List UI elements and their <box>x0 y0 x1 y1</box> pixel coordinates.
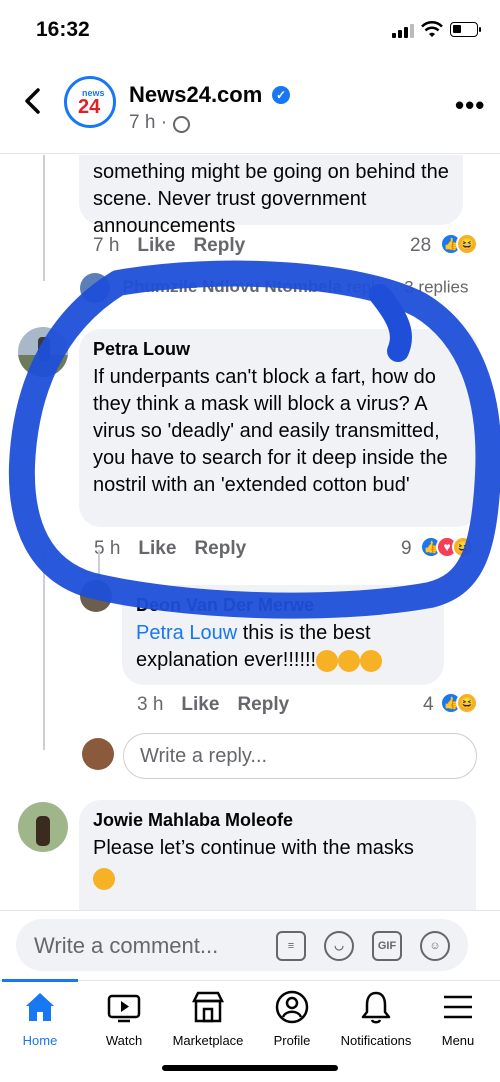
bell-icon <box>361 991 391 1024</box>
thread-line <box>43 550 45 750</box>
my-avatar <box>82 738 114 770</box>
sticker-icon[interactable]: ≡ <box>276 931 306 961</box>
reply-bubble: Deon Van Der Merwe Petra Louw this is th… <box>122 585 444 685</box>
comment-text: If underpants can't block a fart, how do… <box>93 366 448 496</box>
marketplace-icon <box>191 991 225 1023</box>
mask-emoji-icon <box>93 868 115 890</box>
verified-icon: ✓ <box>272 86 290 104</box>
like-button[interactable]: Like <box>138 538 176 559</box>
reply-avatar[interactable] <box>80 580 112 612</box>
tab-label: Menu <box>441 1033 475 1048</box>
comment-author[interactable]: Jowie Mahlaba Moleofe <box>93 810 462 831</box>
reply-button[interactable]: Reply <box>194 538 246 559</box>
like-button[interactable]: Like <box>137 235 175 256</box>
tab-label: Marketplace <box>172 1033 244 1048</box>
write-comment-input[interactable]: Write a comment... ≡ ◡ GIF ☺ <box>16 919 468 971</box>
emoji-icon[interactable]: ☺ <box>420 931 450 961</box>
gif-icon[interactable]: GIF <box>372 931 402 961</box>
home-icon <box>26 993 54 1021</box>
tab-watch[interactable]: Watch <box>82 989 166 1048</box>
replies-count: · 3 replies <box>393 277 469 297</box>
watch-icon <box>107 994 141 1023</box>
reactions[interactable]: 👍 ♥ 😆 <box>420 536 474 560</box>
battery-icon <box>450 22 481 37</box>
page-name[interactable]: News24.com <box>129 82 262 108</box>
post-header: news 24 News24.com ✓ 7 h · ••• <box>0 62 500 154</box>
tab-menu[interactable]: Menu <box>416 989 500 1048</box>
home-indicator <box>162 1065 338 1071</box>
tab-label: Home <box>22 1033 58 1048</box>
reply-text: Petra Louw this is the best explanation … <box>136 622 383 672</box>
rofl-emoji-icon <box>338 649 361 672</box>
haha-reaction-icon: 😆 <box>452 536 474 558</box>
reply-time: 3 h <box>137 694 164 715</box>
view-replies-row[interactable]: Phumzile Ndlovu Ntombela repl... · 3 rep… <box>80 273 469 305</box>
rofl-emoji-icon <box>360 649 383 672</box>
bottom-tab-bar: Home Watch Marketplace Profile Notificat… <box>0 979 500 1082</box>
replies-author: Phumzile Ndlovu Ntombela <box>122 277 342 297</box>
reaction-count[interactable]: 9 <box>401 538 412 560</box>
comment-actions: 7 h Like Reply <box>93 235 245 257</box>
reply-actions: 3 h Like Reply <box>137 694 289 716</box>
rofl-emoji-icon <box>316 649 339 672</box>
tab-label: Notifications <box>340 1033 412 1048</box>
status-bar: 16:32 <box>0 0 500 62</box>
tab-home[interactable]: Home <box>0 989 82 1048</box>
wifi-icon <box>421 21 443 37</box>
comment-composer: Write a comment... ≡ ◡ GIF ☺ <box>0 910 500 980</box>
avatar-sticker-icon[interactable]: ◡ <box>324 931 354 961</box>
comment-bubble: something might be going on behind the s… <box>79 155 463 237</box>
haha-reaction-icon: 😆 <box>456 233 478 255</box>
tab-marketplace[interactable]: Marketplace <box>166 989 250 1048</box>
status-time: 16:32 <box>36 18 90 41</box>
like-button[interactable]: Like <box>181 694 219 715</box>
highlight-annotation <box>8 260 500 619</box>
reaction-count[interactable]: 28 <box>410 235 431 257</box>
tab-profile[interactable]: Profile <box>250 989 334 1048</box>
reply-avatar <box>80 273 110 303</box>
comment-author[interactable]: Petra Louw <box>93 339 465 360</box>
more-options-icon[interactable]: ••• <box>455 92 485 118</box>
comment-text: Please let’s continue with the masks <box>93 837 414 859</box>
write-reply-input[interactable]: Write a reply... <box>123 733 477 779</box>
logo-text-bottom: 24 <box>78 96 101 118</box>
menu-icon <box>444 995 472 1019</box>
tab-label: Watch <box>105 1033 143 1048</box>
signal-icon <box>392 24 414 38</box>
globe-icon <box>173 116 190 133</box>
haha-reaction-icon: 😆 <box>456 692 478 714</box>
comment-text: something might be going on behind the s… <box>93 161 449 237</box>
composer-placeholder: Write a comment... <box>34 933 219 958</box>
reply-button[interactable]: Reply <box>237 694 289 715</box>
comment-actions: 5 h Like Reply <box>94 538 246 560</box>
comment-bubble: Petra Louw If underpants can't block a f… <box>79 329 479 527</box>
mention-tag[interactable]: Petra Louw <box>136 622 237 644</box>
back-icon[interactable] <box>22 87 44 115</box>
commenter-avatar[interactable] <box>18 327 68 377</box>
reaction-count[interactable]: 4 <box>423 694 434 716</box>
replies-suffix: repl... <box>346 277 390 297</box>
comments-list: something might be going on behind the s… <box>0 155 500 910</box>
thread-line <box>43 155 45 281</box>
comment-time: 7 h <box>93 235 120 256</box>
tab-label: Profile <box>273 1033 311 1048</box>
reactions[interactable]: 👍😆 <box>440 233 478 257</box>
comment-bubble: Jowie Mahlaba Moleofe Please let’s conti… <box>79 800 476 910</box>
active-tab-indicator <box>2 979 78 982</box>
reply-author[interactable]: Deon Van Der Merwe <box>136 595 430 616</box>
commenter-avatar[interactable] <box>18 802 68 852</box>
post-time: 7 h · <box>129 112 168 133</box>
profile-icon <box>275 990 309 1024</box>
reply-button[interactable]: Reply <box>193 235 245 256</box>
reactions[interactable]: 👍😆 <box>440 692 478 716</box>
page-avatar[interactable]: news 24 <box>64 76 116 128</box>
tab-notifications[interactable]: Notifications <box>334 989 418 1048</box>
